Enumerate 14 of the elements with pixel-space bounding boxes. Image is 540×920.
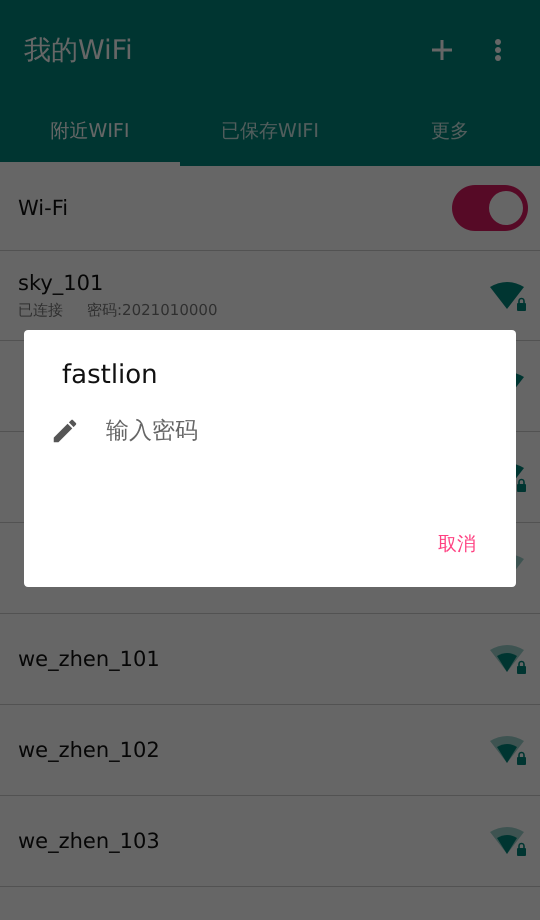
app-title: 我的WiFi [24,34,134,68]
network-name: sky_101 [18,271,104,295]
tab[interactable]: 已保存WIFI [180,100,360,166]
network-name: we_zhen_102 [18,738,161,762]
tab[interactable]: 附近WIFI [0,100,180,166]
wifi-switch[interactable] [452,185,528,231]
more-icon [494,38,502,62]
wifi-label: Wi-Fi [18,196,70,220]
tab[interactable]: 更多 [360,100,540,166]
cancel-button[interactable]: 取消 [428,525,486,563]
network-name: we_zhen_101 [18,647,161,671]
dialog-title: fastlion [61,360,159,390]
network-name: we_zhen_103 [18,829,161,853]
plus-icon [431,39,453,61]
